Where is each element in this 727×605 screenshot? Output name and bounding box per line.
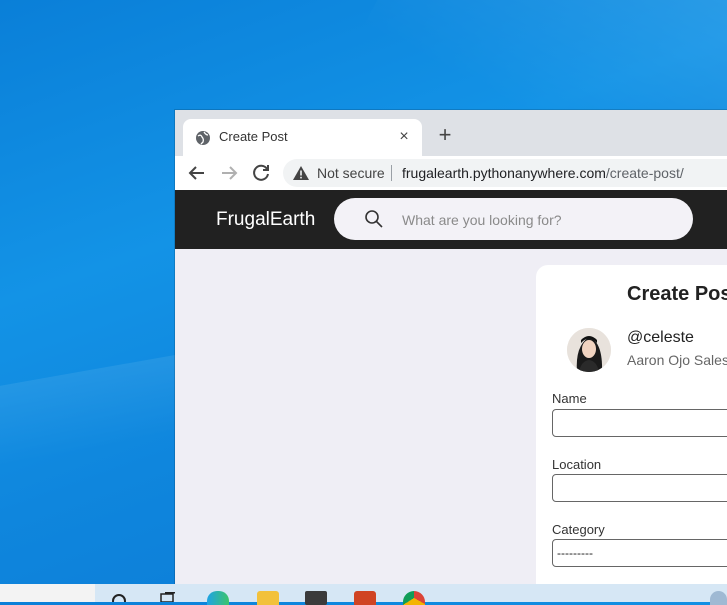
search-icon (365, 210, 383, 228)
powerpoint-icon[interactable] (354, 591, 376, 605)
omnibox-separator (391, 165, 392, 181)
chrome-icon[interactable] (403, 591, 425, 605)
address-bar[interactable]: Not secure frugalearth.pythonanywhere.co… (283, 159, 727, 187)
location-label: Location (552, 457, 602, 472)
category-label: Category (552, 522, 605, 537)
user-handle: @celeste (627, 329, 694, 346)
user-subtitle: Aaron Ojo Sales (627, 352, 727, 368)
system-tray-icon[interactable] (710, 591, 727, 605)
browser-window: Create Post × + Not secure frugalearth.p… (175, 110, 727, 590)
location-field[interactable] (552, 474, 727, 502)
url-host: frugalearth.pythonanywhere.com (402, 165, 606, 181)
reload-icon[interactable] (249, 161, 273, 185)
avatar (567, 328, 611, 372)
search-input[interactable] (400, 209, 664, 231)
security-status-label[interactable]: Not secure (317, 165, 385, 181)
site-search[interactable] (334, 198, 693, 240)
avatar-portrait-icon (567, 328, 611, 372)
forward-arrow-icon[interactable] (217, 161, 241, 185)
tab-title: Create Post (219, 129, 288, 144)
site-header: FrugalEarth (175, 190, 727, 249)
new-tab-button[interactable]: + (432, 123, 458, 149)
create-post-card: Create Post @celeste Aaron Ojo Sales Nam… (536, 265, 727, 590)
close-tab-icon[interactable]: × (394, 127, 414, 147)
name-field[interactable] (552, 409, 727, 437)
name-label: Name (552, 391, 587, 406)
page-title: Create Post (627, 283, 727, 305)
category-select[interactable]: --------- (552, 539, 727, 567)
task-view-icon[interactable] (159, 592, 177, 602)
search-icon[interactable] (110, 592, 128, 602)
web-page: FrugalEarth Create Post @ce (175, 190, 727, 590)
site-logo[interactable]: FrugalEarth (216, 209, 315, 231)
url-path: /create-post/ (605, 165, 684, 181)
file-explorer-icon[interactable] (257, 591, 279, 605)
taskbar-search-box[interactable] (0, 584, 95, 602)
browser-toolbar: Not secure frugalearth.pythonanywhere.co… (175, 156, 727, 191)
mail-icon[interactable] (305, 591, 327, 605)
tab-strip: Create Post × + (175, 110, 727, 156)
warning-triangle-icon[interactable] (293, 166, 309, 180)
url-text[interactable]: frugalearth.pythonanywhere.com/create-po… (402, 165, 684, 181)
taskbar (0, 584, 727, 605)
tab-create-post[interactable]: Create Post × (183, 119, 422, 156)
category-selected-value: --------- (557, 546, 593, 560)
back-arrow-icon[interactable] (185, 161, 209, 185)
edge-icon[interactable] (207, 591, 229, 605)
globe-icon (196, 131, 210, 145)
